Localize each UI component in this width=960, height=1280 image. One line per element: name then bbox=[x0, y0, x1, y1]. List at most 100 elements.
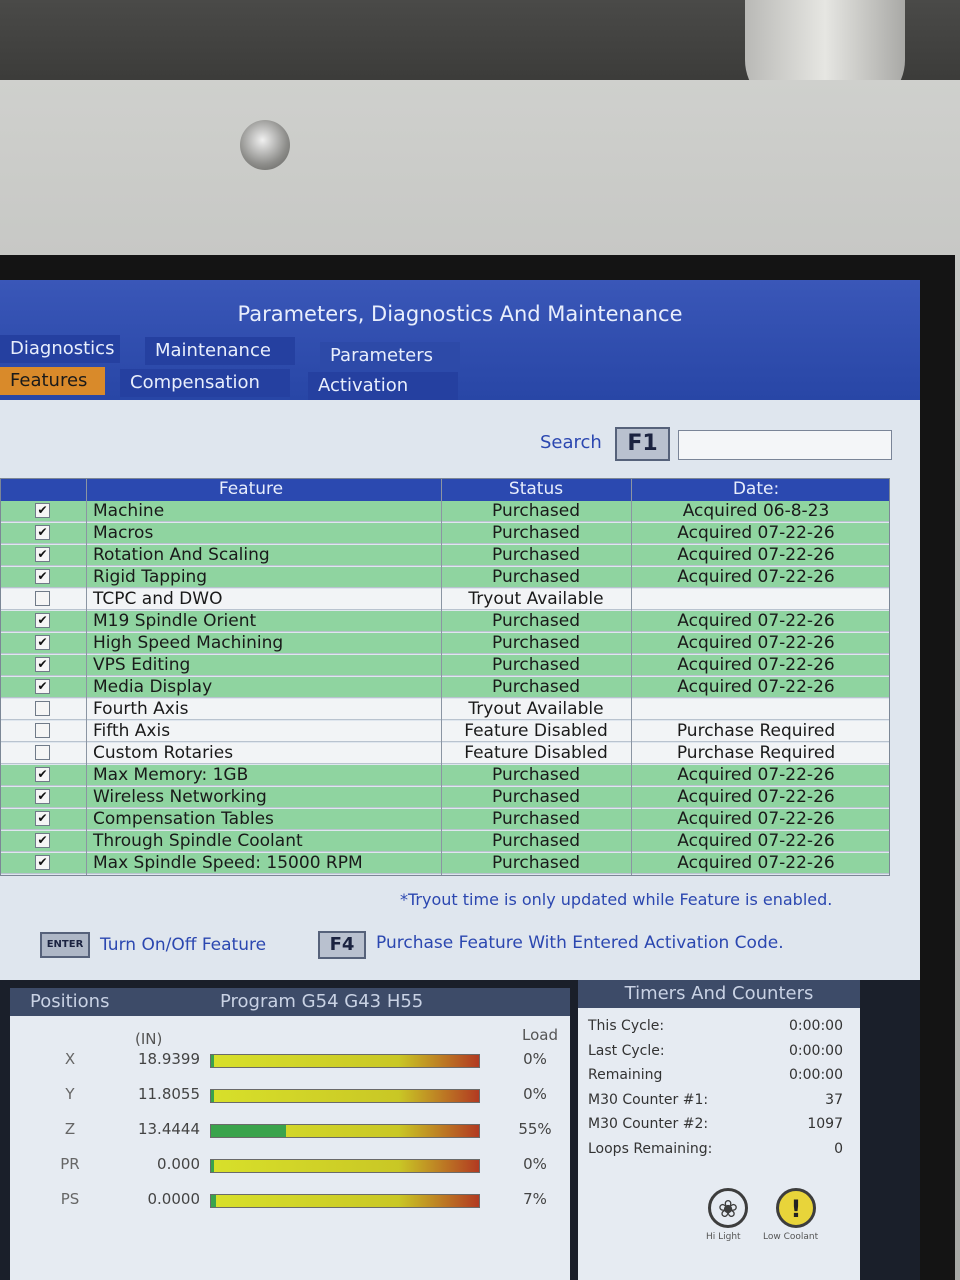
table-row[interactable]: ✔ Macros Purchased Acquired 07-22-26 bbox=[1, 523, 889, 544]
header-status: Status bbox=[508, 479, 564, 499]
feature-status: Purchased bbox=[492, 567, 580, 587]
enter-key[interactable]: ENTER bbox=[40, 932, 90, 958]
feature-status: Purchased bbox=[492, 655, 580, 675]
axis-name: Z bbox=[64, 1120, 76, 1138]
feature-name: Fifth Axis bbox=[93, 721, 171, 741]
feature-checkbox[interactable]: ✔ bbox=[35, 767, 50, 782]
tab-features[interactable]: Features bbox=[0, 367, 105, 395]
axis-load: 0% bbox=[523, 1050, 547, 1068]
axis-position: 18.9399 bbox=[137, 1050, 200, 1068]
tab-diagnostics[interactable]: Diagnostics bbox=[0, 335, 120, 363]
feature-checkbox[interactable]: ✔ bbox=[35, 657, 50, 672]
timer-value: 0:00:00 bbox=[789, 1018, 843, 1034]
feature-date: Acquired 07-22-26 bbox=[677, 567, 835, 587]
feature-checkbox[interactable]: ✔ bbox=[35, 789, 50, 804]
axis-name: PS bbox=[60, 1190, 80, 1208]
timer-row: Remaining 0:00:00 bbox=[588, 1067, 843, 1089]
feature-date: Acquired 07-22-26 bbox=[677, 655, 835, 675]
f1-key[interactable]: F1 bbox=[615, 427, 670, 461]
tab-parameters[interactable]: Parameters bbox=[320, 342, 460, 370]
feature-name: VPS Editing bbox=[93, 655, 191, 675]
table-row[interactable]: ✔ High Speed Machining Purchased Acquired 0… bbox=[1, 633, 889, 654]
load-bar bbox=[210, 1159, 480, 1173]
feature-checkbox[interactable] bbox=[35, 723, 50, 738]
table-row[interactable]: ✔ Through Spindle Coolant Purchased Acquire… bbox=[1, 831, 889, 852]
feature-checkbox[interactable]: ✔ bbox=[35, 811, 50, 826]
table-row[interactable]: ✔ Rotation And Scaling Purchased Acquired 0… bbox=[1, 545, 889, 566]
axis-row: PR 0.000 0% bbox=[10, 1155, 570, 1181]
feature-status: Feature Disabled bbox=[464, 721, 608, 741]
feature-name: Wireless Networking bbox=[93, 787, 267, 807]
table-row[interactable]: ✔ Compensation Tables Purchased Acquired 07… bbox=[1, 809, 889, 830]
feature-name: Max Spindle Speed: 15000 RPM bbox=[93, 853, 363, 873]
feature-name: M19 Spindle Orient bbox=[93, 611, 257, 631]
enter-hint: Turn On/Off Feature bbox=[100, 935, 267, 955]
feature-name: Compensation Tables bbox=[93, 809, 274, 829]
table-row[interactable]: ✔ Media Display Purchased Acquired 07-22-26 bbox=[1, 677, 889, 698]
feature-checkbox[interactable]: ✔ bbox=[35, 855, 50, 870]
feature-checkbox[interactable]: ✔ bbox=[35, 569, 50, 584]
feature-name: Custom Rotaries bbox=[93, 743, 234, 763]
feature-checkbox[interactable]: ✔ bbox=[35, 525, 50, 540]
tryout-note: *Tryout time is only updated while Featu… bbox=[400, 890, 833, 909]
feature-checkbox[interactable]: ✔ bbox=[35, 547, 50, 562]
feature-checkbox[interactable]: ✔ bbox=[35, 503, 50, 518]
table-row[interactable]: ✔ Machine Purchased Acquired 06-8-23 bbox=[1, 501, 889, 522]
axis-load: 0% bbox=[523, 1085, 547, 1103]
table-row[interactable]: Fifth Axis Feature Disabled Purchase Requi… bbox=[1, 721, 889, 742]
feature-date: Acquired 07-22-26 bbox=[677, 853, 835, 873]
timer-value: 37 bbox=[825, 1091, 843, 1108]
tab-activation[interactable]: Activation bbox=[308, 372, 458, 400]
feature-name: Through Spindle Coolant bbox=[93, 831, 303, 851]
load-bar-fill bbox=[211, 1090, 214, 1102]
feature-status: Purchased bbox=[492, 765, 580, 785]
table-row[interactable]: ✔ Wireless Networking Purchased Acquired 07… bbox=[1, 787, 889, 808]
feature-date: Acquired 07-22-26 bbox=[677, 787, 835, 807]
feature-status: Purchased bbox=[492, 501, 580, 521]
table-row[interactable]: ✔ VPS Editing Purchased Acquired 07-22-26 bbox=[1, 655, 889, 676]
feature-status: Purchased bbox=[492, 787, 580, 807]
feature-status: Purchased bbox=[492, 545, 580, 565]
table-row[interactable]: ✔ Max Spindle Speed: 15000 RPM Purchased Ac… bbox=[1, 853, 889, 874]
f4-key[interactable]: F4 bbox=[318, 931, 366, 959]
timer-row: M30 Counter #2: 1097 bbox=[588, 1116, 843, 1138]
timer-label: M30 Counter #1: bbox=[588, 1091, 709, 1108]
feature-status: Purchased bbox=[492, 831, 580, 851]
lightbulb-icon: ❀ bbox=[708, 1188, 748, 1228]
feature-checkbox[interactable] bbox=[35, 591, 50, 606]
table-row[interactable]: ✔ Rigid Tapping Purchased Acquired 07-22-26 bbox=[1, 567, 889, 588]
table-row[interactable]: TCPC and DWO Tryout Available bbox=[1, 589, 889, 610]
feature-status: Purchased bbox=[492, 633, 580, 653]
table-row[interactable]: Custom Rotaries Feature Disabled Purchase … bbox=[1, 743, 889, 764]
feature-checkbox[interactable] bbox=[35, 745, 50, 760]
tab-maintenance[interactable]: Maintenance bbox=[145, 337, 295, 365]
table-row[interactable]: ✔ M19 Spindle Orient Purchased Acquired 07-… bbox=[1, 611, 889, 632]
feature-checkbox[interactable]: ✔ bbox=[35, 679, 50, 694]
tab-compensation[interactable]: Compensation bbox=[120, 369, 290, 397]
feature-date: Acquired 07-22-26 bbox=[677, 677, 835, 697]
timer-value: 0:00:00 bbox=[789, 1067, 843, 1083]
feature-checkbox[interactable]: ✔ bbox=[35, 613, 50, 628]
load-bar-fill bbox=[211, 1055, 214, 1067]
table-row[interactable]: ✔ Max Memory: 1GB Purchased Acquired 07-22-… bbox=[1, 765, 889, 786]
axis-name: PR bbox=[60, 1155, 80, 1173]
axis-load: 0% bbox=[523, 1155, 547, 1173]
feature-checkbox[interactable]: ✔ bbox=[35, 833, 50, 848]
feature-name: High Speed Machining bbox=[93, 633, 284, 653]
feature-name: Media Display bbox=[93, 677, 213, 697]
axis-name: X bbox=[64, 1050, 76, 1068]
axis-row: PS 0.0000 7% bbox=[10, 1190, 570, 1216]
feature-date: Acquired 07-22-26 bbox=[677, 765, 835, 785]
positions-title: Positions bbox=[30, 991, 110, 1012]
load-label: Load bbox=[522, 1026, 558, 1044]
positions-header: Positions Program G54 G43 H55 bbox=[10, 988, 570, 1016]
feature-name: Rotation And Scaling bbox=[93, 545, 270, 565]
feature-checkbox[interactable]: ✔ bbox=[35, 635, 50, 650]
header-feature: Feature bbox=[218, 479, 284, 499]
low-coolant-label: Low Coolant bbox=[763, 1232, 819, 1242]
search-input[interactable] bbox=[678, 430, 892, 460]
axis-position: 13.4444 bbox=[137, 1120, 200, 1138]
table-row[interactable]: Fourth Axis Tryout Available bbox=[1, 699, 889, 720]
axis-row: Z 13.4444 55% bbox=[10, 1120, 570, 1146]
feature-checkbox[interactable] bbox=[35, 701, 50, 716]
